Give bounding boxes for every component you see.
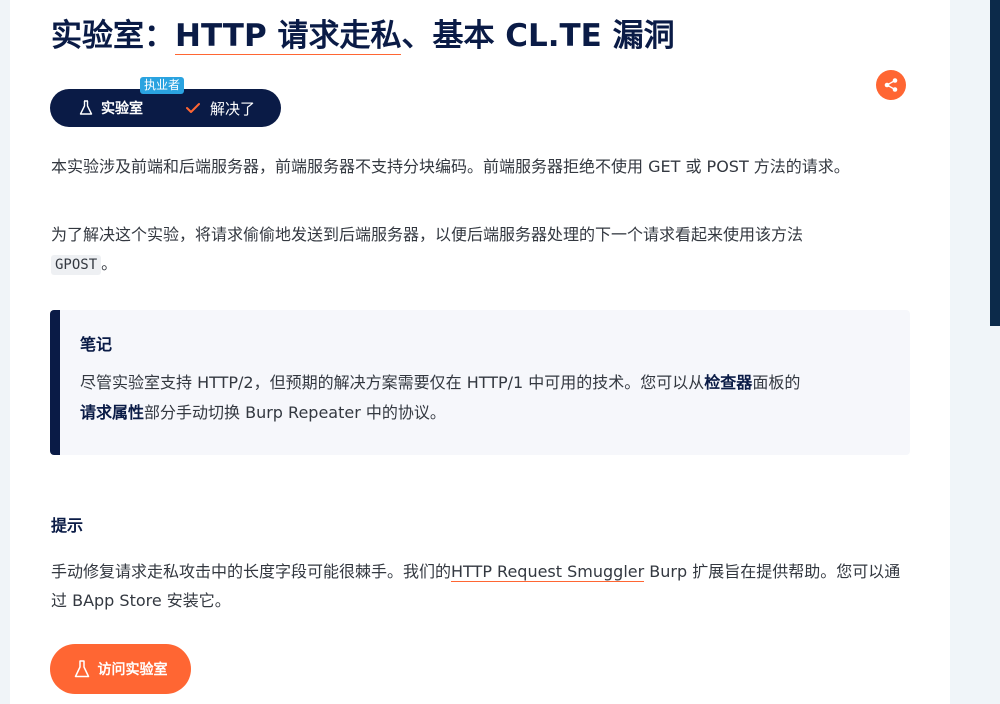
note-text-middle: 面板的 xyxy=(752,373,801,392)
share-button[interactable] xyxy=(876,70,906,100)
page-frame: 实验室：HTTP 请求走私、基本 CL.TE 漏洞 实验室 解决了 执业者 本实… xyxy=(0,0,1000,704)
flask-icon xyxy=(74,660,89,678)
note-text-after: 部分手动切换 Burp Repeater 中的协议。 xyxy=(144,403,446,422)
access-lab-button[interactable]: 访问实验室 xyxy=(50,644,191,694)
lab-label: 实验室 xyxy=(101,101,143,117)
flask-icon xyxy=(79,100,93,115)
share-icon xyxy=(884,78,898,92)
access-lab-label: 访问实验室 xyxy=(97,662,168,678)
hint-title: 提示 xyxy=(51,516,84,535)
note-body: 尽管实验室支持 HTTP/2，但预期的解决方案需要仅在 HTTP/1 中可用的技… xyxy=(80,368,880,428)
title-prefix: 实验室： xyxy=(51,18,175,54)
page-title: 实验室：HTTP 请求走私、基本 CL.TE 漏洞 xyxy=(51,14,675,58)
right-rail xyxy=(950,0,990,704)
lab-label-group: 实验室 xyxy=(79,98,143,118)
note-callout: 笔记 尽管实验室支持 HTTP/2，但预期的解决方案需要仅在 HTTP/1 中可… xyxy=(50,310,910,455)
method-code: GPOST xyxy=(51,255,102,275)
note-text-before: 尽管实验室支持 HTTP/2，但预期的解决方案需要仅在 HTTP/1 中可用的技… xyxy=(80,373,705,392)
solved-status: 解决了 xyxy=(186,98,255,119)
description-end: 。 xyxy=(101,254,118,273)
check-icon xyxy=(186,103,200,113)
hint-paragraph: 手动修复请求走私攻击中的长度字段可能很棘手。我们的HTTP Request Sm… xyxy=(51,557,906,615)
title-suffix: 、基本 CL.TE 漏洞 xyxy=(401,18,675,54)
level-badge: 执业者 xyxy=(140,77,185,94)
description-paragraph-1: 本实验涉及前端和后端服务器，前端服务器不支持分块编码。前端服务器拒绝不使用 GE… xyxy=(51,157,850,176)
solved-label: 解决了 xyxy=(210,99,256,118)
lab-status-pill: 实验室 解决了 xyxy=(50,89,281,127)
scrollbar-thumb[interactable] xyxy=(990,0,1000,326)
description-paragraph-2: 为了解决这个实验，将请求偷偷地发送到后端服务器，以便后端服务器处理的下一个请求看… xyxy=(51,220,906,280)
http-request-smuggler-link[interactable]: HTTP Request Smuggler xyxy=(451,562,645,582)
note-title: 笔记 xyxy=(80,335,113,354)
inspector-term: 检查器 xyxy=(704,373,753,392)
request-attributes-term: 请求属性 xyxy=(80,403,145,422)
hint-text-before: 手动修复请求走私攻击中的长度字段可能很棘手。我们的 xyxy=(51,562,452,581)
description-text: 为了解决这个实验，将请求偷偷地发送到后端服务器，以便后端服务器处理的下一个请求看… xyxy=(51,225,804,244)
title-highlight: HTTP 请求走私 xyxy=(175,18,402,55)
